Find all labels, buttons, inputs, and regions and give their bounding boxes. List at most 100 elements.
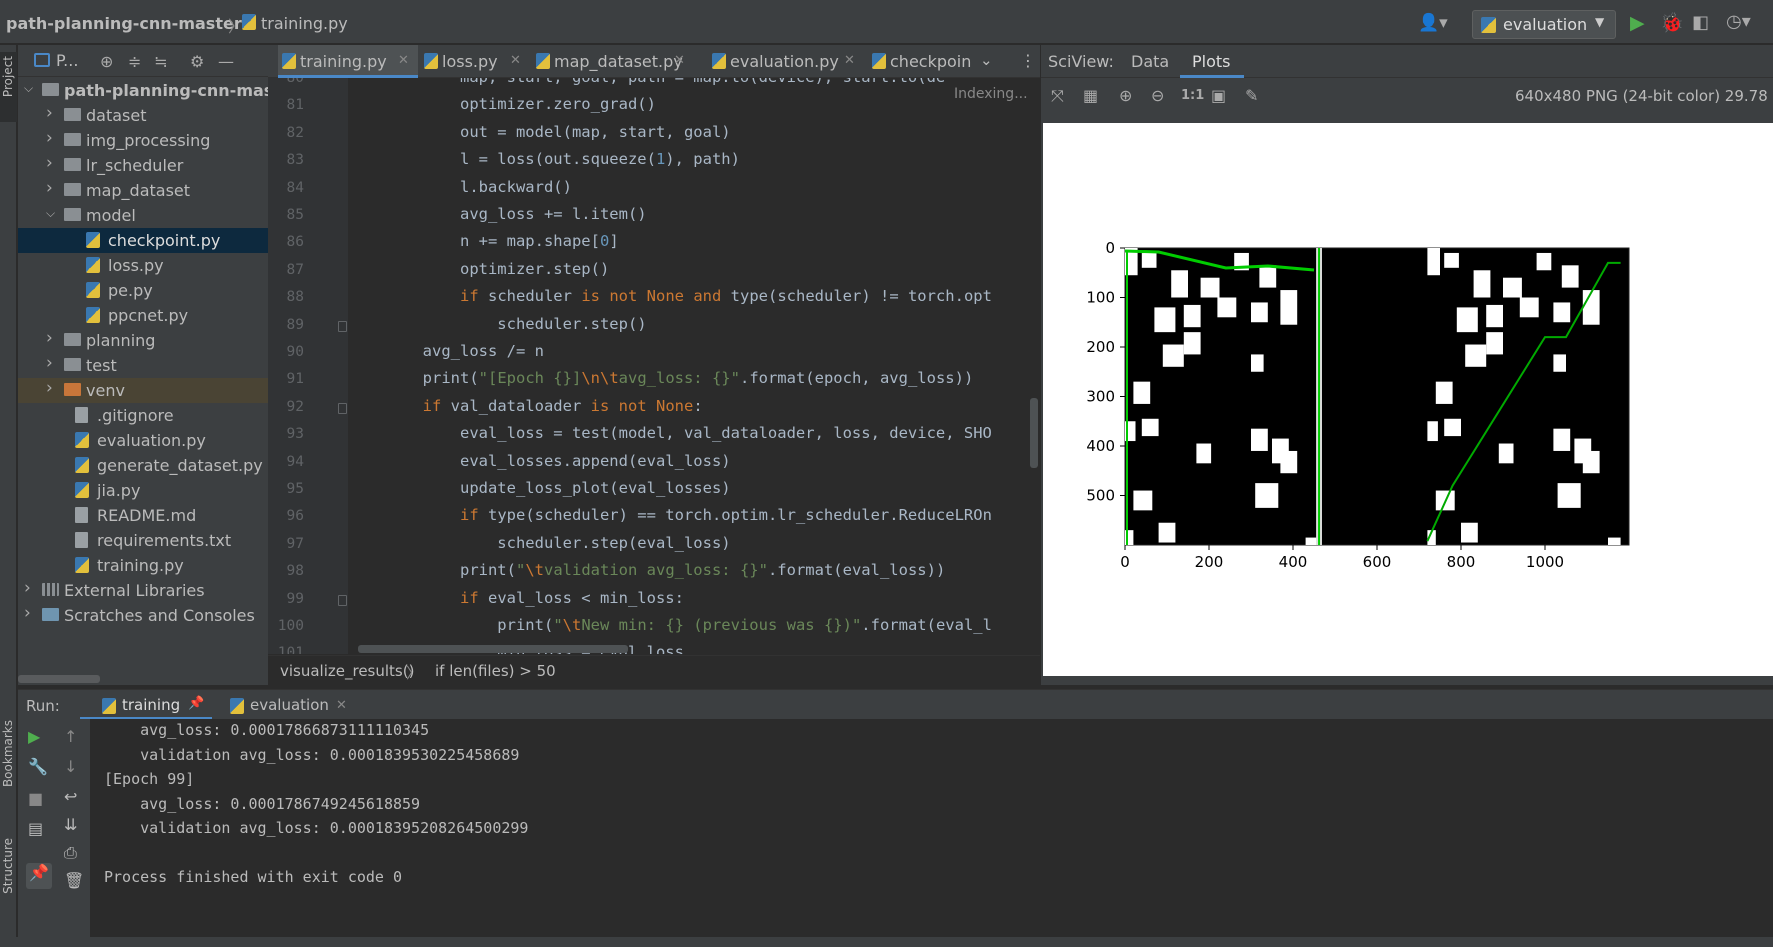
collapse-all-icon[interactable]: ≒ — [154, 52, 167, 71]
tree-item[interactable]: evaluation.py — [18, 428, 268, 453]
code-line[interactable]: out = model(map, start, goal) — [348, 123, 731, 141]
gear-icon[interactable]: ⚙ — [190, 52, 204, 71]
chevron-right-icon[interactable]: › — [46, 153, 53, 173]
run-console[interactable]: avg_loss: 0.00017866873111110345 validat… — [90, 719, 1773, 937]
tree-item[interactable]: › lr_scheduler — [18, 153, 268, 178]
run-tab-evaluation[interactable]: evaluation ✕ — [218, 690, 348, 720]
zoom-in-icon[interactable]: ⊕ — [1119, 86, 1132, 105]
tree-item[interactable]: training.py — [18, 553, 268, 578]
coverage-icon[interactable]: ◧ — [1692, 12, 1709, 33]
print-icon[interactable]: ⎙ — [64, 843, 77, 863]
tree-item[interactable]: › img_processing — [18, 128, 268, 153]
structure-tool-button[interactable]: Structure — [1, 838, 15, 894]
code-line[interactable]: update_loss_plot(eval_losses) — [348, 479, 731, 497]
scroll-end-icon[interactable]: ⇊ — [64, 815, 77, 834]
fit-icon[interactable]: ⤧ — [1051, 86, 1064, 106]
tree-item[interactable]: ppcnet.py — [18, 303, 268, 328]
zoom-out-icon[interactable]: ⊖ — [1151, 86, 1164, 105]
chevron-down-icon[interactable]: ⌵ — [24, 81, 33, 96]
code-line[interactable]: avg_loss += l.item() — [348, 205, 647, 223]
chevron-right-icon[interactable]: › — [46, 128, 53, 148]
chevron-right-icon[interactable]: › — [24, 578, 31, 598]
breadcrumb-file[interactable]: training.py — [261, 14, 348, 33]
plot-image[interactable]: 0 100 200 300 400 500 0 200 400 600 800 1000 — [1043, 123, 1773, 676]
tree-item[interactable]: › Scratches and Consoles — [18, 603, 268, 628]
down-arrow-icon[interactable]: ↓ — [64, 757, 77, 776]
bookmarks-tool-button[interactable]: Bookmarks — [1, 720, 15, 787]
chevron-right-icon[interactable]: › — [46, 178, 53, 198]
debug-icon[interactable]: 🐞 — [1660, 11, 1684, 34]
code-line[interactable]: avg_loss /= n — [348, 342, 544, 360]
code-line[interactable]: optimizer.step() — [348, 260, 609, 278]
tree-item[interactable]: generate_dataset.py — [18, 453, 268, 478]
tree-item[interactable]: requirements.txt — [18, 528, 268, 553]
code-line[interactable]: eval_losses.append(eval_loss) — [348, 452, 731, 470]
chevron-right-icon[interactable]: › — [46, 378, 53, 398]
tree-item[interactable]: › test — [18, 353, 268, 378]
close-icon[interactable]: ✕ — [674, 53, 685, 68]
tree-item[interactable]: ⌵ model — [18, 203, 268, 228]
tree-item[interactable]: .gitignore — [18, 403, 268, 428]
chevron-right-icon[interactable]: › — [46, 353, 53, 373]
tab-loss-py[interactable]: loss.py ✕ — [420, 45, 526, 78]
code-line[interactable]: if type(scheduler) == torch.optim.lr_sch… — [348, 506, 992, 524]
rerun-icon[interactable]: ▶ — [28, 727, 40, 746]
tab-checkpoint-py[interactable]: checkpoin — [868, 45, 978, 78]
layout-icon[interactable]: ▤ — [28, 819, 43, 838]
hide-icon[interactable]: — — [218, 52, 234, 71]
project-scrollbar[interactable] — [18, 675, 100, 683]
profiler-icon[interactable]: ◷▾ — [1726, 11, 1751, 32]
code-line[interactable]: l = loss(out.squeeze(1), path) — [348, 150, 740, 168]
grid-icon[interactable]: ▦ — [1083, 86, 1098, 105]
code-line[interactable]: if eval_loss < min_loss: — [348, 589, 684, 607]
close-icon[interactable]: ✕ — [398, 53, 409, 68]
close-icon[interactable]: ✕ — [844, 53, 855, 68]
code-line[interactable]: n += map.shape[0] — [348, 232, 619, 250]
code-line[interactable]: l.backward() — [348, 178, 572, 196]
code-line[interactable]: scheduler.step() — [348, 315, 646, 333]
wrench-icon[interactable]: 🔧 — [28, 757, 48, 776]
code-line[interactable]: print("[Epoch {}]\n\tavg_loss: {}".forma… — [348, 369, 974, 387]
tree-item[interactable]: › venv — [18, 378, 268, 403]
soft-wrap-icon[interactable]: ↩ — [64, 787, 77, 806]
code-line[interactable]: print("\tNew min: {} (previous was {})".… — [348, 616, 992, 634]
fold-marker-icon[interactable] — [338, 320, 347, 332]
editor-horizontal-scrollbar[interactable] — [358, 645, 628, 653]
locate-icon[interactable]: ⊕ — [100, 52, 113, 71]
close-icon[interactable]: ✕ — [336, 698, 347, 713]
actual-size-icon[interactable]: 1:1 — [1181, 88, 1204, 103]
tree-item[interactable]: checkpoint.py — [18, 228, 268, 253]
code-line[interactable]: if scheduler is not None and type(schedu… — [348, 287, 992, 305]
code-line[interactable]: map, start, goal, path = map.to(device),… — [348, 78, 945, 86]
breadcrumb-if[interactable]: if len(files) > 50 — [435, 662, 556, 680]
tab-training-py[interactable]: training.py ✕ — [278, 45, 418, 78]
background-icon[interactable]: ▣ — [1211, 86, 1226, 105]
expand-all-icon[interactable]: ≑ — [128, 52, 141, 71]
tree-item[interactable]: README.md — [18, 503, 268, 528]
tree-item[interactable]: › dataset — [18, 103, 268, 128]
code-line[interactable]: print("\tvalidation avg_loss: {}".format… — [348, 561, 945, 579]
chevron-right-icon[interactable]: › — [46, 103, 53, 123]
tree-item[interactable]: › planning — [18, 328, 268, 353]
more-icon[interactable]: ⋮ — [1020, 51, 1036, 70]
trash-icon[interactable]: 🗑 — [64, 871, 84, 890]
close-icon[interactable]: ✕ — [510, 53, 521, 68]
code-line[interactable]: eval_loss = test(model, val_dataloader, … — [348, 424, 992, 442]
stop-icon[interactable]: ■ — [28, 789, 43, 808]
project-view-label[interactable]: P... — [56, 51, 78, 70]
chevron-right-icon[interactable]: › — [24, 603, 31, 623]
project-view-icon[interactable] — [34, 53, 50, 67]
pin-tab-icon[interactable]: 📌 — [26, 863, 52, 889]
user-icon[interactable]: 👤▾ — [1418, 13, 1450, 33]
tree-item[interactable]: ⌵ path-planning-cnn-maste — [18, 78, 292, 103]
code-line[interactable]: if val_dataloader is not None: — [348, 397, 703, 415]
tab-plots[interactable]: Plots — [1192, 52, 1231, 71]
tab-data[interactable]: Data — [1131, 52, 1169, 71]
breadcrumb-project[interactable]: path-planning-cnn-master — [6, 14, 242, 33]
run-tab-training[interactable]: training 📌 — [80, 690, 212, 720]
chevron-right-icon[interactable]: › — [46, 328, 53, 348]
code-line[interactable]: optimizer.zero_grad() — [348, 95, 656, 113]
code-line[interactable]: scheduler.step(eval_loss) — [348, 534, 730, 552]
editor-vertical-scrollbar[interactable] — [1030, 398, 1038, 468]
tree-item[interactable]: › External Libraries — [18, 578, 268, 603]
